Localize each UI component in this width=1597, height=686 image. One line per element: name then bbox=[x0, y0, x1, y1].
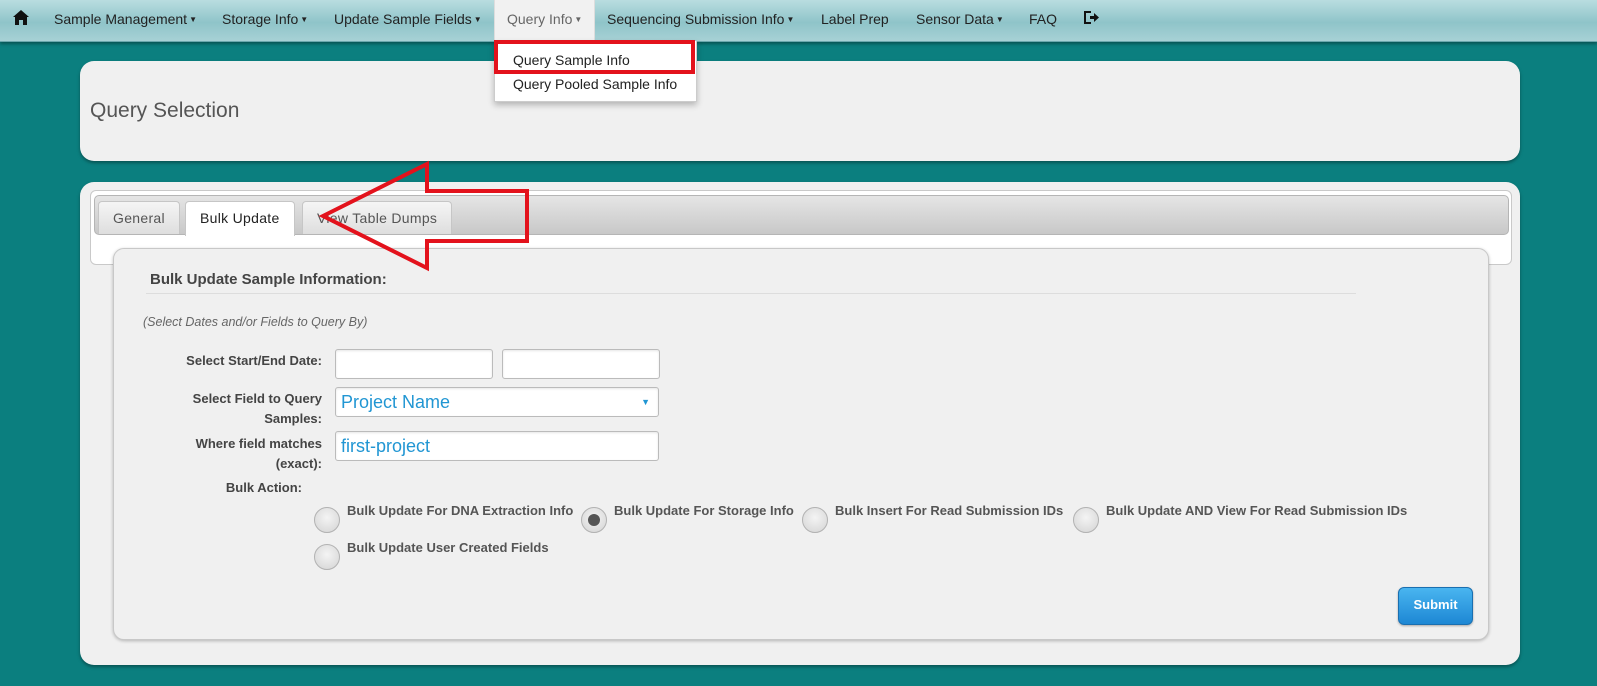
end-date-input[interactable] bbox=[502, 349, 660, 379]
radio-insert-read-submission[interactable] bbox=[802, 507, 828, 533]
dropdown-query-pooled-sample-info[interactable]: Query Pooled Sample Info bbox=[513, 76, 677, 92]
date-label: Select Start/End Date: bbox=[186, 353, 322, 368]
radio-label-dna-extraction[interactable]: Bulk Update For DNA Extraction Info bbox=[347, 503, 573, 518]
tab-bulk-update[interactable]: Bulk Update bbox=[185, 201, 295, 236]
tab-general[interactable]: General bbox=[98, 201, 180, 234]
field-label-line1: Select Field to Query bbox=[192, 391, 322, 406]
submit-button[interactable]: Submit bbox=[1398, 587, 1473, 625]
radio-dna-extraction[interactable] bbox=[314, 507, 340, 533]
form-hint: (Select Dates and/or Fields to Query By) bbox=[143, 315, 368, 329]
radio-label-insert-read-submission[interactable]: Bulk Insert For Read Submission IDs bbox=[835, 503, 1063, 518]
nav-label-prep[interactable]: Label Prep bbox=[821, 0, 889, 40]
divider bbox=[146, 293, 1356, 294]
start-date-input[interactable] bbox=[335, 349, 493, 379]
radio-selected-dot bbox=[588, 514, 600, 526]
field-select[interactable]: Project Name ▼ bbox=[335, 387, 659, 417]
page-title: Query Selection bbox=[90, 99, 240, 122]
field-select-value: Project Name bbox=[341, 392, 451, 412]
radio-label-update-view-read-submission[interactable]: Bulk Update AND View For Read Submission… bbox=[1106, 503, 1407, 518]
match-label-line2: (exact): bbox=[275, 456, 322, 471]
logout-icon[interactable] bbox=[1083, 10, 1099, 25]
nav-query-info[interactable]: Query Info ▼ bbox=[494, 0, 596, 40]
nav-sequencing-submission-info[interactable]: Sequencing Submission Info ▼ bbox=[607, 0, 794, 40]
highlight-box bbox=[494, 40, 695, 74]
radio-label-user-created-fields[interactable]: Bulk Update User Created Fields bbox=[347, 540, 549, 555]
radio-update-view-read-submission[interactable] bbox=[1073, 507, 1099, 533]
nav-sensor-data[interactable]: Sensor Data ▼ bbox=[916, 0, 1004, 40]
bulk-action-label: Bulk Action: bbox=[225, 480, 302, 495]
radio-user-created-fields[interactable] bbox=[314, 544, 340, 570]
nav-faq[interactable]: FAQ bbox=[1029, 0, 1057, 40]
form-title: Bulk Update Sample Information: bbox=[150, 271, 387, 288]
query-selection-panel: Query Selection bbox=[80, 61, 1520, 161]
home-icon[interactable] bbox=[13, 10, 29, 25]
tab-view-table-dumps[interactable]: View Table Dumps bbox=[302, 201, 453, 234]
radio-storage-info[interactable] bbox=[581, 507, 607, 533]
nav-sample-management[interactable]: Sample Management ▼ bbox=[54, 0, 197, 40]
field-label-line2: Samples: bbox=[264, 411, 322, 426]
nav-storage-info[interactable]: Storage Info ▼ bbox=[222, 0, 308, 40]
chevron-down-icon: ▼ bbox=[641, 397, 650, 407]
nav-update-sample-fields[interactable]: Update Sample Fields ▼ bbox=[334, 0, 482, 40]
match-input[interactable]: first-project bbox=[335, 431, 659, 461]
radio-label-storage-info[interactable]: Bulk Update For Storage Info bbox=[614, 503, 794, 518]
top-navbar: Sample Management ▼ Storage Info ▼ Update … bbox=[0, 0, 1597, 42]
match-label-line1: Where field matches bbox=[195, 436, 322, 451]
